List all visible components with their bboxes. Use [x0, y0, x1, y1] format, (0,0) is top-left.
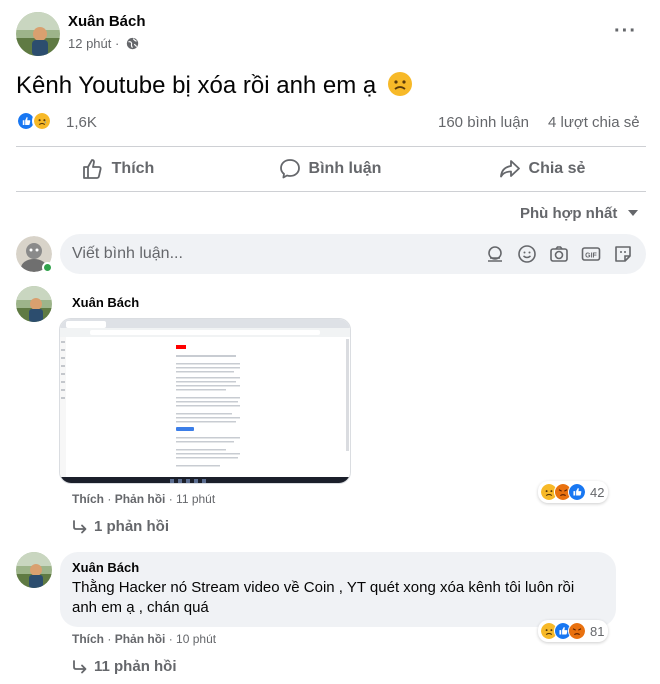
comment-2-actions: Thích · Phản hồi · 10 phút — [72, 632, 217, 646]
share-button[interactable]: Chia sẻ — [440, 151, 644, 187]
more-options-icon[interactable]: ··· — [614, 20, 637, 43]
gif-icon[interactable]: GIF — [580, 243, 602, 265]
post-text: Kênh Youtube bị xóa rồi anh em ạ — [16, 71, 413, 100]
comment-1-time[interactable]: 11 phút — [176, 492, 215, 506]
comment-1-like-link[interactable]: Thích — [72, 492, 104, 506]
divider-top — [16, 146, 646, 147]
comment-2-bubble: Xuân Bách Thằng Hacker nó Stream video v… — [60, 552, 616, 627]
comment-2-text: Thằng Hacker nó Stream video về Coin , Y… — [72, 579, 575, 616]
divider-bottom — [16, 191, 646, 192]
camera-icon[interactable] — [548, 243, 570, 265]
comment-1-avatar[interactable] — [16, 286, 52, 322]
comment-2-avatar[interactable] — [16, 552, 52, 588]
angry-reaction-icon — [568, 622, 586, 640]
comment-button[interactable]: Bình luận — [228, 151, 432, 187]
comment-1-replies-label: 1 phản hồi — [94, 518, 169, 535]
post-author-name[interactable]: Xuân Bách — [68, 13, 146, 30]
comment-1-view-replies[interactable]: 1 phản hồi — [72, 518, 169, 535]
post-reaction-count[interactable]: 1,6K — [66, 114, 97, 131]
post-time[interactable]: 12 phút — [68, 36, 111, 51]
like-button[interactable]: Thích — [16, 151, 220, 187]
comment-2-reactions[interactable]: 81 — [538, 620, 609, 642]
comment-2-reply-link[interactable]: Phản hồi — [115, 632, 166, 646]
comment-button-label: Bình luận — [308, 160, 382, 177]
share-button-label: Chia sẻ — [528, 160, 586, 177]
emoji-icon[interactable] — [516, 243, 538, 265]
comment-2-author[interactable]: Xuân Bách — [72, 560, 139, 575]
reply-arrow-icon — [73, 659, 87, 673]
public-globe-icon — [126, 37, 139, 50]
comment-1-reaction-count: 42 — [590, 484, 605, 500]
post-reactions-summary[interactable]: 1,6K — [16, 111, 116, 135]
comment-2-like-link[interactable]: Thích — [72, 632, 104, 646]
browser-screenshot-image — [60, 319, 350, 483]
post-meta: 12 phút · — [68, 36, 139, 51]
post-text-body: Kênh Youtube bị xóa rồi anh em ạ — [16, 72, 377, 99]
svg-text:GIF: GIF — [585, 253, 597, 260]
caret-down-icon — [627, 210, 638, 216]
composer-tools: GIF — [484, 243, 634, 265]
avatar-sticker-icon[interactable] — [484, 243, 506, 265]
post-comments-count[interactable]: 160 bình luận — [438, 114, 529, 131]
like-button-label: Thích — [111, 160, 155, 177]
online-status-dot — [42, 262, 53, 273]
comment-bubble-icon — [279, 159, 300, 179]
post-shares-count[interactable]: 4 lượt chia sẻ — [548, 114, 640, 131]
share-arrow-icon — [499, 160, 520, 178]
reply-arrow-icon — [73, 519, 87, 533]
comment-composer: GIF — [60, 234, 646, 274]
comment-sort-dropdown[interactable]: Phù hợp nhất — [520, 205, 638, 222]
post-author-avatar[interactable] — [16, 12, 60, 56]
comment-2-reaction-count: 81 — [590, 623, 605, 639]
sticker-icon[interactable] — [612, 243, 634, 265]
comment-1-image-attachment[interactable] — [59, 318, 351, 484]
comment-1-reply-link[interactable]: Phản hồi — [115, 492, 166, 506]
sad-face-emoji-icon — [387, 72, 412, 96]
sad-reaction-icon — [32, 111, 52, 131]
comment-2-time[interactable]: 10 phút — [176, 632, 216, 646]
comment-input[interactable] — [72, 245, 484, 263]
comment-2-view-replies[interactable]: 11 phản hồi — [72, 658, 177, 675]
like-reaction-icon — [568, 483, 586, 501]
comment-1-reactions[interactable]: 42 — [538, 481, 609, 503]
comment-1-actions: Thích · Phản hồi · 11 phút — [72, 492, 216, 506]
comment-2-replies-label: 11 phản hồi — [94, 658, 177, 675]
comment-1-author[interactable]: Xuân Bách — [72, 295, 139, 310]
sort-label: Phù hợp nhất — [520, 205, 618, 222]
like-thumb-icon — [82, 159, 102, 179]
current-user-avatar[interactable] — [16, 236, 53, 273]
